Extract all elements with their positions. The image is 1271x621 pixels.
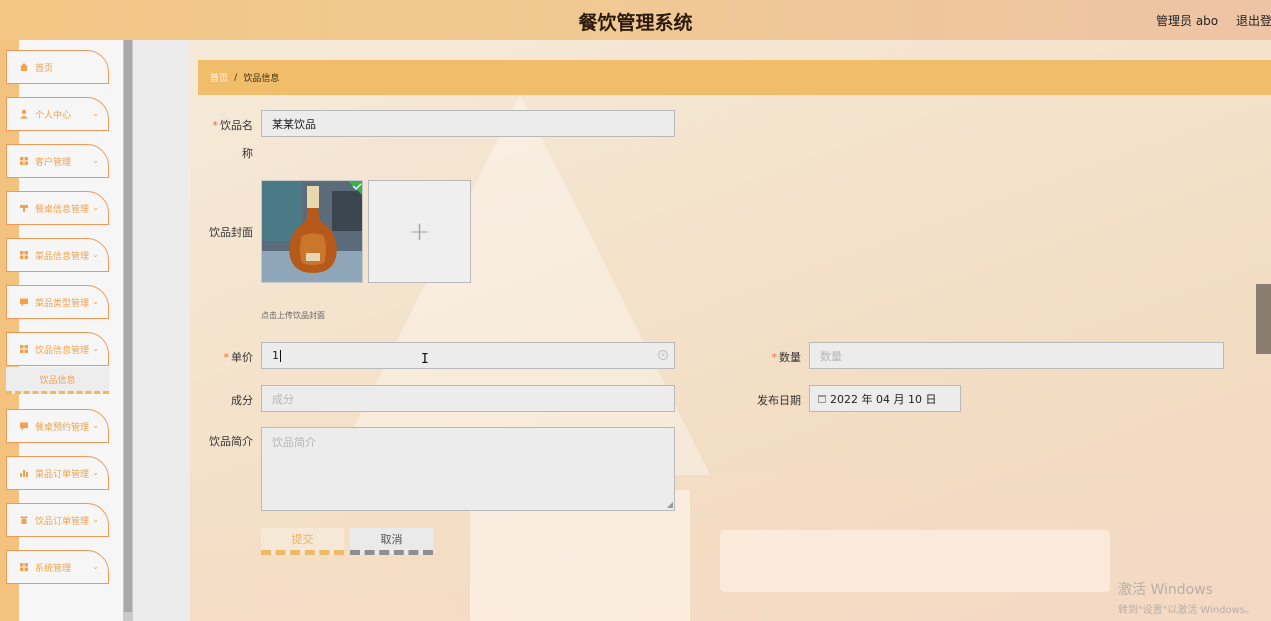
chevron-down-icon: ⌄ bbox=[92, 109, 99, 118]
sidebar-subitem-drink-info[interactable]: 饮品信息 bbox=[6, 367, 109, 394]
publish-date-value: 2022 年 04 月 10 日 bbox=[830, 392, 937, 406]
price-value: 1 bbox=[272, 349, 279, 362]
chevron-down-icon: ⌄ bbox=[92, 156, 99, 165]
drink-name-input[interactable]: 某某饮品 bbox=[261, 110, 675, 137]
background-decoration bbox=[720, 530, 1110, 592]
sidebar-item-label: 餐桌信息管理 bbox=[35, 204, 90, 215]
sidebar-item-reservations[interactable]: 餐桌预约管理 ⌄ bbox=[6, 409, 109, 443]
sidebar-item-label: 系统管理 bbox=[35, 563, 72, 574]
drink-bottle-photo bbox=[262, 181, 362, 282]
chevron-down-icon: ⌄ bbox=[92, 515, 99, 524]
resize-grip-icon[interactable]: ◢ bbox=[667, 501, 673, 509]
cancel-button[interactable]: 取消 bbox=[350, 528, 433, 555]
breadcrumb-separator: / bbox=[234, 72, 238, 83]
drink-cover-image[interactable] bbox=[261, 180, 363, 283]
plus-icon: + bbox=[408, 216, 431, 247]
sidebar-item-label: 菜品信息管理 bbox=[35, 251, 90, 262]
windows-activation-watermark: 激活 Windows 转到"设置"以激活 Windows。 bbox=[1118, 579, 1255, 616]
sidebar-item-label: 菜品订单管理 bbox=[35, 469, 90, 480]
chat-icon bbox=[20, 298, 28, 307]
publish-date-label: 发布日期 bbox=[757, 394, 801, 407]
intro-placeholder: 饮品简介 bbox=[272, 436, 316, 449]
sidebar-item-label: 餐桌预约管理 bbox=[35, 422, 90, 433]
sidebar-item-label: 个人中心 bbox=[35, 110, 72, 121]
sidebar-gutter bbox=[133, 40, 190, 621]
intro-label: 饮品简介 bbox=[209, 435, 253, 448]
clear-icon[interactable]: × bbox=[658, 350, 668, 360]
chevron-down-icon: ⌄ bbox=[92, 468, 99, 477]
chevron-down-icon: ⌄ bbox=[92, 250, 99, 259]
sidebar-item-home[interactable]: 首页 bbox=[6, 50, 109, 84]
sidebar-item-system[interactable]: 系统管理 ⌄ bbox=[6, 550, 109, 584]
intro-textarea[interactable]: 饮品简介 ◢ bbox=[261, 427, 675, 511]
side-scroll-tab[interactable] bbox=[1256, 284, 1271, 354]
price-label: * 单价 bbox=[223, 351, 254, 364]
drink-name-label-wrap: 称 bbox=[242, 147, 253, 160]
trash-icon bbox=[20, 516, 28, 524]
breadcrumb-home-link[interactable]: 首页 bbox=[210, 71, 228, 84]
sidebar-item-drinks[interactable]: 饮品信息管理 ⌄ bbox=[6, 332, 109, 366]
grid-icon bbox=[20, 345, 28, 353]
breadcrumb: 首页 / 饮品信息 bbox=[198, 60, 1271, 95]
chevron-down-icon: ⌄ bbox=[92, 203, 99, 212]
user-icon bbox=[20, 109, 28, 119]
watermark-title: 激活 Windows bbox=[1118, 582, 1213, 598]
sidebar-item-label: 菜品类型管理 bbox=[35, 298, 90, 309]
sidebar-item-tables[interactable]: 餐桌信息管理 ⌄ bbox=[6, 191, 109, 225]
sidebar-item-customers[interactable]: 客户管理 ⌄ bbox=[6, 144, 109, 178]
chevron-down-icon: ⌄ bbox=[92, 344, 99, 353]
sidebar-scrollbar-thumb[interactable] bbox=[124, 40, 132, 612]
bar-chart-icon bbox=[20, 470, 28, 477]
sidebar-item-dish-types[interactable]: 菜品类型管理 ⌄ bbox=[6, 285, 109, 319]
sidebar-item-label: 首页 bbox=[35, 63, 54, 74]
publish-date-picker[interactable]: 2022 年 04 月 10 日 bbox=[809, 385, 961, 412]
sidebar-item-profile[interactable]: 个人中心 ⌄ bbox=[6, 97, 109, 131]
background-decoration bbox=[330, 95, 710, 475]
watermark-subtitle: 转到"设置"以激活 Windows。 bbox=[1118, 605, 1256, 616]
sidebar-item-dish-orders[interactable]: 菜品订单管理 ⌄ bbox=[6, 456, 109, 490]
home-icon bbox=[20, 63, 28, 71]
grid-icon bbox=[20, 157, 28, 165]
calendar-icon bbox=[818, 394, 826, 403]
chat-icon bbox=[20, 422, 28, 431]
sidebar-item-drink-orders[interactable]: 饮品订单管理 ⌄ bbox=[6, 503, 109, 537]
sidebar-item-label: 饮品订单管理 bbox=[35, 516, 90, 527]
submit-button[interactable]: 提交 bbox=[261, 528, 344, 555]
text-cursor-icon: I bbox=[421, 352, 429, 367]
table-icon bbox=[20, 205, 28, 212]
text-caret bbox=[280, 349, 281, 362]
cover-upload-hint: 点击上传饮品封面 bbox=[261, 311, 325, 320]
chevron-down-icon: ⌄ bbox=[92, 297, 99, 306]
grid-icon bbox=[20, 251, 28, 259]
chevron-down-icon: ⌄ bbox=[92, 562, 99, 571]
add-cover-button[interactable]: + bbox=[368, 180, 471, 283]
price-input[interactable]: 1 × bbox=[261, 342, 675, 369]
quantity-input[interactable]: 数量 bbox=[809, 342, 1224, 369]
logout-link[interactable]: 退出登 bbox=[1236, 12, 1271, 29]
quantity-label: * 数量 bbox=[771, 351, 802, 364]
sidebar-item-label: 饮品信息管理 bbox=[35, 345, 90, 356]
current-user-label: 管理员 abo bbox=[1156, 14, 1219, 28]
grid-icon bbox=[20, 563, 28, 571]
sidebar-item-dishes[interactable]: 菜品信息管理 ⌄ bbox=[6, 238, 109, 272]
ingredient-label: 成分 bbox=[231, 394, 253, 407]
app-title: 餐饮管理系统 bbox=[578, 12, 693, 34]
ingredient-input[interactable]: 成分 bbox=[261, 385, 675, 412]
breadcrumb-current: 饮品信息 bbox=[243, 74, 280, 84]
sidebar-item-label: 客户管理 bbox=[35, 157, 72, 168]
drink-cover-label: 饮品封面 bbox=[209, 226, 253, 239]
drink-name-label: * 饮品名 bbox=[212, 119, 254, 132]
top-header: 餐饮管理系统 管理员 abo 退出登 bbox=[0, 0, 1271, 40]
chevron-down-icon: ⌄ bbox=[92, 421, 99, 430]
